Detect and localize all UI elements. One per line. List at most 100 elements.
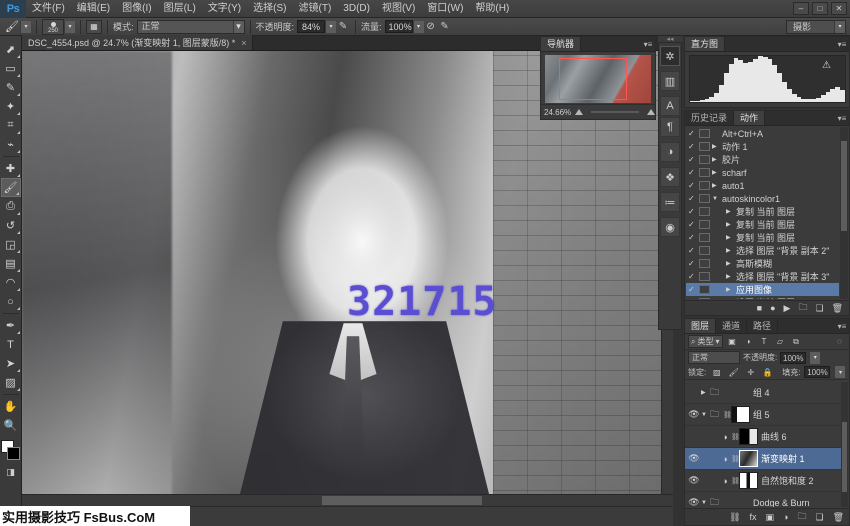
navigator-panel-menu-icon[interactable]: ▾≡ [641,37,655,51]
adjustment-layer-button[interactable]: ◑ [783,512,788,522]
action-toggle-icon[interactable]: ✓ [688,285,699,294]
type-tool[interactable]: T [1,335,21,354]
histogram-icon[interactable]: ▥ [660,71,680,91]
airbrush-toggle-icon[interactable]: ⊘ [424,20,438,34]
zoom-tool[interactable]: 🔍 [1,416,21,435]
actions-list[interactable]: ✓Alt+Ctrl+A✓▶动作 1✓▶胶片✓▶scharf✓▶auto1✓▼au… [686,127,839,299]
lasso-tool[interactable]: ✎ [1,78,21,97]
layer-row[interactable]: ▶🗀组 4 [685,382,841,404]
layer-thumbnail[interactable] [739,428,758,445]
filter-shape-icon[interactable]: ▱ [774,335,787,348]
clone-stamp-tool[interactable]: ⎙ [1,197,21,216]
action-row[interactable]: ✓▼autoskincolor1 [686,192,839,205]
histogram-cache-warning-icon[interactable]: ⚠ [822,60,831,71]
layer-row[interactable]: ◑⛓曲线 6 [685,426,841,448]
menu-item-view[interactable]: 视图(V) [376,0,421,18]
menu-item-type[interactable]: 文字(Y) [202,0,247,18]
new-group-button[interactable]: 🗀 [797,509,806,525]
blur-tool[interactable]: ◠ [1,273,21,292]
action-row[interactable]: ✓▶动作 1 [686,140,839,153]
menu-item-select[interactable]: 选择(S) [247,0,292,18]
layer-filter-kind-select[interactable]: ⌕ 类型 ▾ [688,335,723,348]
action-toggle-icon[interactable]: ✓ [688,207,699,216]
action-expand-icon[interactable]: ▶ [726,221,736,228]
brush-panel-chevron-icon[interactable]: ▾ [64,21,75,33]
opacity-pressure-icon[interactable]: ✎ [336,20,350,34]
action-expand-icon[interactable]: ▶ [726,273,736,280]
close-button[interactable]: ✕ [831,2,847,15]
tab-history[interactable]: 历史记录 [685,111,734,125]
action-expand-icon[interactable]: ▶ [712,156,722,163]
tablet-pressure-icon[interactable]: ✎ [438,20,452,34]
opacity-input[interactable]: 84% [297,20,325,33]
play-button[interactable]: ▶ [784,303,791,314]
lock-transparent-icon[interactable]: ▨ [710,366,723,379]
action-dialog-toggle-icon[interactable] [699,272,710,281]
tab-paths[interactable]: 路径 [747,319,778,333]
action-toggle-icon[interactable]: ✓ [688,246,699,255]
actions-scrollbar[interactable] [840,127,848,299]
menu-item-filter[interactable]: 滤镜(T) [293,0,338,18]
action-row[interactable]: ✓▶胶片 [686,153,839,166]
workspace-selector[interactable]: 摄影 ▾ [786,20,846,34]
healing-brush-tool[interactable]: ✚ [1,159,21,178]
action-row[interactable]: ✓▶scharf [686,166,839,179]
stop-button[interactable]: ■ [757,303,762,313]
pen-tool[interactable]: ✒ [1,316,21,335]
flow-chevron-icon[interactable]: ▾ [413,21,424,33]
hand-tool[interactable]: ✋ [1,397,21,416]
action-dialog-toggle-icon[interactable] [699,233,710,242]
action-expand-icon[interactable]: ▶ [726,247,736,254]
layers-panel-menu-icon[interactable]: ▾≡ [835,319,849,333]
navigator-zoom-in-icon[interactable] [647,109,655,115]
action-expand-icon[interactable]: ▶ [712,143,722,150]
action-row[interactable]: ✓▶设置 当前 图层 [686,296,839,299]
layers-scrollbar[interactable] [841,382,848,507]
layer-row[interactable]: 👁◑⛓自然饱和度 2 [685,470,841,492]
layers-list[interactable]: ▶🗀组 4👁▼🗀⛓组 5◑⛓曲线 6👁◑⛓渐变映射 1👁◑⛓自然饱和度 2👁▼🗀… [685,382,841,507]
layer-thumbnail[interactable] [731,406,750,423]
link-layers-button[interactable]: ⛓ [729,512,740,523]
action-expand-icon[interactable]: ▶ [726,286,736,293]
layer-visibility-icon[interactable]: 👁 [687,453,701,464]
crop-tool[interactable]: ⌗ [1,116,21,135]
mini-bridge-icon[interactable]: ✲ [660,46,680,66]
menu-item-help[interactable]: 帮助(H) [469,0,515,18]
layer-opacity-input[interactable]: 100% [780,352,806,364]
flow-input[interactable]: 100% [385,20,413,33]
layer-expand-icon[interactable]: ▶ [701,389,710,396]
actions-panel-menu-icon[interactable]: ▾≡ [835,111,849,125]
new-action-button[interactable]: ❏ [815,303,823,314]
tab-actions[interactable]: 动作 [734,111,765,125]
path-selection-tool[interactable]: ➤ [1,354,21,373]
action-dialog-toggle-icon[interactable] [699,155,710,164]
adjustments-icon[interactable]: ❖ [660,167,680,187]
layer-expand-icon[interactable]: ▼ [701,412,710,418]
blend-mode-select[interactable]: 正常 ▾ [137,20,245,34]
tab-channels[interactable]: 通道 [716,319,747,333]
brush-size-picker[interactable]: 250 [42,19,64,35]
maximize-button[interactable]: □ [812,2,828,15]
action-row[interactable]: ✓▶应用图像 [686,283,839,296]
layer-mask-link-icon[interactable]: ⛓ [731,477,739,485]
action-toggle-icon[interactable]: ✓ [688,233,699,242]
layer-thumbnail[interactable] [739,472,758,489]
action-expand-icon[interactable]: ▶ [726,234,736,241]
layer-opacity-chevron-icon[interactable]: ▾ [809,352,820,364]
background-color-swatch[interactable] [7,447,20,460]
action-toggle-icon[interactable]: ✓ [688,272,699,281]
action-row[interactable]: ✓Alt+Ctrl+A [686,127,839,140]
new-set-button[interactable]: 🗀 [798,300,807,316]
record-button[interactable]: ● [770,303,775,313]
navigator-zoom-value[interactable]: 24.66% [544,108,571,117]
action-toggle-icon[interactable]: ✓ [688,259,699,268]
filter-pixel-icon[interactable]: ▣ [726,335,739,348]
eyedropper-tool[interactable]: ⌁ [1,135,21,154]
layer-row[interactable]: 👁▼🗀⛓组 5 [685,404,841,426]
layer-row[interactable]: 👁▼🗀Dodge & Burn [685,492,841,507]
character-icon[interactable]: A [660,96,680,116]
menu-item-edit[interactable]: 编辑(E) [71,0,116,18]
actions-scroll-thumb[interactable] [841,141,847,231]
quick-selection-tool[interactable]: ✦ [1,97,21,116]
action-toggle-icon[interactable]: ✓ [688,142,699,151]
